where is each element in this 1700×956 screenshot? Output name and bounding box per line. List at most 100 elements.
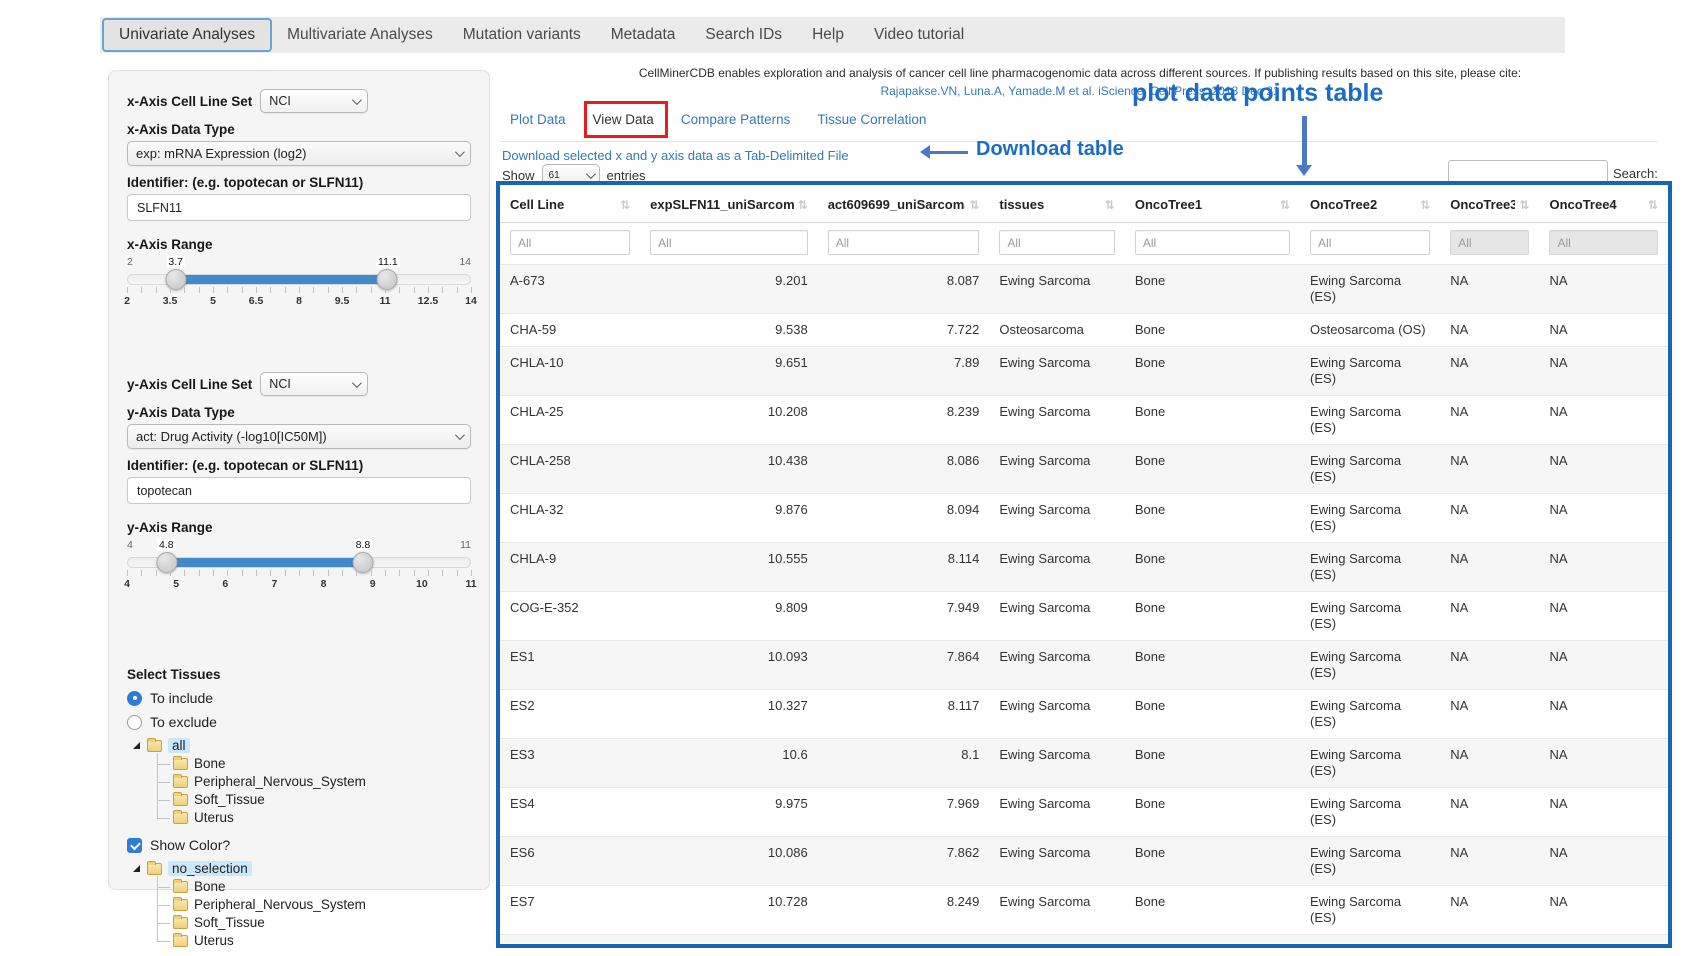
x-axis-identifier-input[interactable] [127,194,471,221]
cell-oncotree3: NA [1440,788,1539,837]
tab-plot-data[interactable]: Plot Data [510,112,566,127]
col-header-tissues[interactable]: tissues⇅ [989,185,1124,223]
col-header-expslfn11-unisarcoma[interactable]: expSLFN11_uniSarcoma⇅ [640,185,818,223]
nav-tab-univariate-analyses[interactable]: Univariate Analyses [102,18,272,52]
tree-item-peripheral-nervous-system[interactable]: Peripheral_Nervous_System [157,897,471,912]
col-header-inner: OncoTree1⇅ [1135,197,1290,212]
chevron-down-icon [455,430,465,440]
nav-tab-metadata[interactable]: Metadata [596,17,691,53]
sort-icon[interactable]: ⇅ [620,198,630,212]
y-axis-data-type-select[interactable]: act: Drug Activity (-log10[IC50M]) [127,424,471,449]
tree-item-bone[interactable]: Bone [157,879,471,894]
tree-root-no-selection[interactable]: no_selection [133,861,471,876]
cell-oncotree4: NA [1539,543,1668,592]
tick-label: 7 [272,578,278,590]
x-axis-data-type-label: x-Axis Data Type [127,122,471,137]
col-header-oncotree2[interactable]: OncoTree2⇅ [1300,185,1440,223]
tick-mark [457,287,458,293]
cell-cell-line: COG-E-352 [500,592,640,641]
slider-track[interactable] [127,557,471,568]
filter-input-cell-line[interactable] [510,230,630,255]
tree-root-all[interactable]: all [133,738,471,753]
cell-oncotree3: NA [1440,445,1539,494]
filter-input-oncotree2[interactable] [1310,230,1430,255]
sort-icon[interactable]: ⇅ [1105,198,1115,212]
controls-sidebar: x-Axis Cell Line Set NCI x-Axis Data Typ… [108,70,490,890]
show-color-checkbox[interactable]: Show Color? [127,837,471,853]
col-header-cell-line[interactable]: Cell Line⇅ [500,185,640,223]
table-row: CHA-599.5387.722OsteosarcomaBoneOsteosar… [500,314,1668,347]
x-axis-range-label: x-Axis Range [127,237,471,252]
tab-compare-patterns[interactable]: Compare Patterns [681,112,791,127]
filter-input-oncotree1[interactable] [1135,230,1290,255]
tree-item-label: Bone [194,756,226,771]
col-header-oncotree1[interactable]: OncoTree1⇅ [1125,185,1300,223]
cell-act609699-unisarcoma: 7.862 [818,837,990,886]
tab-tissue-correlation[interactable]: Tissue Correlation [817,112,926,127]
x-axis-data-type-select[interactable]: exp: mRNA Expression (log2) [127,141,471,166]
tree-item-uterus[interactable]: Uterus [157,933,471,948]
nav-tab-multivariate-analyses[interactable]: Multivariate Analyses [272,17,448,53]
y-axis-cell-line-set-select[interactable]: NCI [260,372,368,396]
cell-cell-line: A-673 [500,265,640,314]
tab-view-data[interactable]: View Data [593,112,654,127]
tree-root-label: all [168,738,190,753]
sort-icon[interactable]: ⇅ [798,198,808,212]
sort-icon[interactable]: ⇅ [1648,198,1658,212]
tree-expander-icon[interactable] [133,742,140,749]
entries-per-page-select[interactable]: 61 [542,164,600,186]
col-header-act609699-unisarcoma[interactable]: act609699_uniSarcoma⇅ [818,185,990,223]
filter-input-act609699-unisarcoma[interactable] [828,230,980,255]
cell-oncotree1: Bone [1125,265,1300,314]
cell-oncotree3: NA [1440,739,1539,788]
x-axis-range-slider[interactable]: 2143.711.123.556.589.51112.514 [127,256,471,318]
cell-tissues: Ewing Sarcoma [989,837,1124,886]
tissue-color-tree[interactable]: no_selection Bone Peripheral_Nervous_Syste… [133,861,471,948]
cell-oncotree1: Bone [1125,837,1300,886]
tissue-include-tree[interactable]: all Bone Peripheral_Nervous_System Soft_Tis… [133,738,471,825]
cell-oncotree4: NA [1539,690,1668,739]
y-axis-range-slider[interactable]: 4114.88.84567891011 [127,539,471,601]
table-row: CHLA-2510.2088.239Ewing SarcomaBoneEwing… [500,396,1668,445]
nav-tab-search-ids[interactable]: Search IDs [690,17,797,53]
tick-mark [285,287,286,293]
tissues-exclude-label: To exclude [150,714,217,730]
x-axis-cell-line-set-value: NCI [269,94,291,108]
tissues-exclude-radio[interactable]: To exclude [127,714,471,730]
cell-oncotree2: Ewing Sarcoma (ES) [1300,445,1440,494]
x-axis-cell-line-set-select[interactable]: NCI [260,89,368,113]
nav-tab-video-tutorial[interactable]: Video tutorial [859,17,979,53]
cell-oncotree1: Bone [1125,396,1300,445]
tree-expander-icon[interactable] [133,865,140,872]
cell-oncotree1: Bone [1125,347,1300,396]
sort-icon[interactable]: ⇅ [1420,198,1430,212]
filter-input-expslfn11-unisarcoma[interactable] [650,230,808,255]
tree-item-bone[interactable]: Bone [157,756,471,771]
tick-mark [356,287,357,293]
cell-cell-line: ES7 [500,886,640,935]
sort-icon[interactable]: ⇅ [969,198,979,212]
col-header-oncotree3[interactable]: OncoTree3⇅ [1440,185,1539,223]
cell-oncotree3: NA [1440,543,1539,592]
chevron-down-icon [352,95,362,105]
tissues-include-radio[interactable]: To include [127,690,471,706]
tree-item-soft-tissue[interactable]: Soft_Tissue [157,792,471,807]
tree-item-peripheral-nervous-system[interactable]: Peripheral_Nervous_System [157,774,471,789]
nav-tab-help[interactable]: Help [797,17,859,53]
slider-labels: 4114.88.8 [127,539,471,553]
sort-icon[interactable]: ⇅ [1519,198,1529,212]
cell-oncotree2: Ewing Sarcoma (ES) [1300,592,1440,641]
col-header-label: OncoTree4 [1549,197,1616,212]
nav-tab-mutation-variants[interactable]: Mutation variants [448,17,596,53]
tree-item-uterus[interactable]: Uterus [157,810,471,825]
y-axis-identifier-input[interactable] [127,477,471,504]
download-tab-delimited-link[interactable]: Download selected x and y axis data as a… [502,148,849,163]
tree-item-soft-tissue[interactable]: Soft_Tissue [157,915,471,930]
slider-track[interactable] [127,274,471,285]
col-header-oncotree4[interactable]: OncoTree4 ⇅ [1539,185,1668,223]
radio-unselected-icon [127,715,142,730]
search-input[interactable] [1448,160,1608,187]
table-row: ES210.3278.117Ewing SarcomaBoneEwing Sar… [500,690,1668,739]
sort-icon[interactable]: ⇅ [1280,198,1290,212]
filter-input-tissues[interactable] [999,230,1114,255]
